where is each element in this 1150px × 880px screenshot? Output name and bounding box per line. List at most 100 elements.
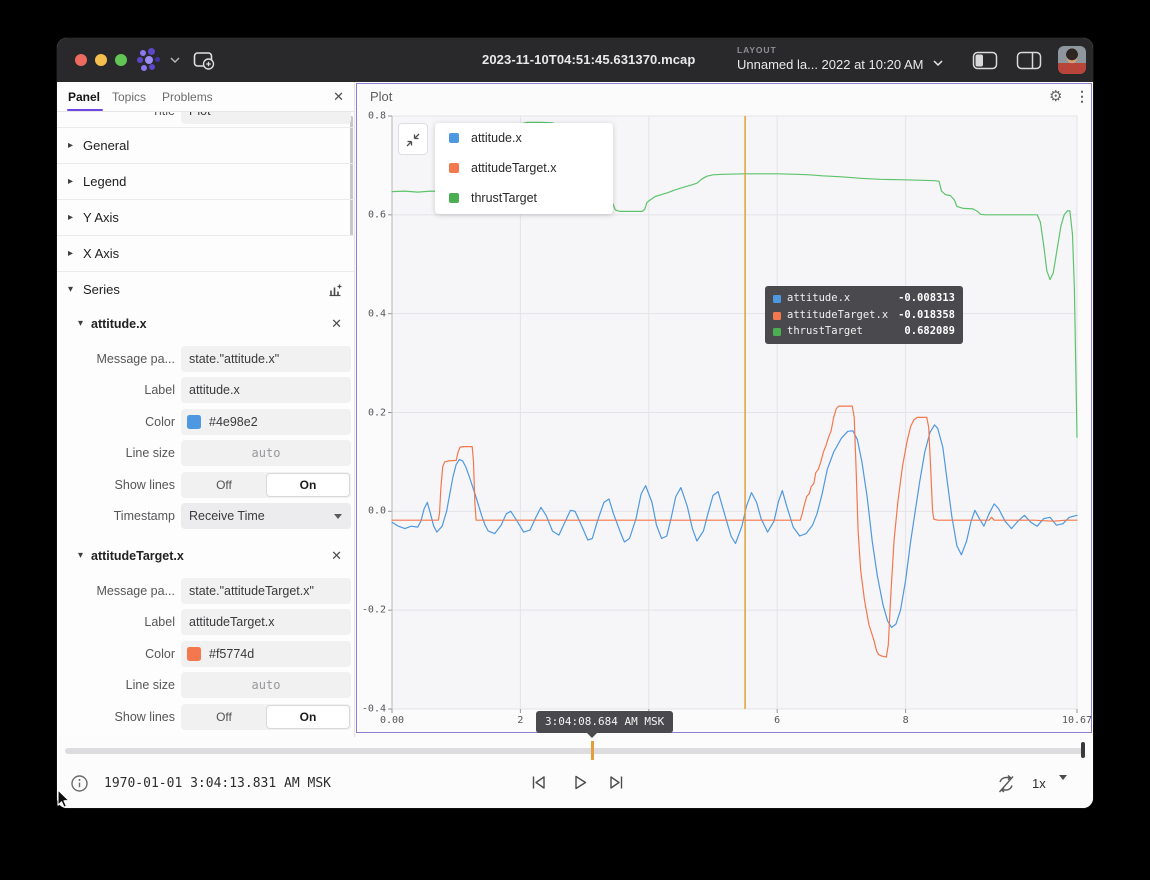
series-color-swatch (773, 295, 781, 303)
series-color-swatch (449, 133, 459, 143)
tab-problems[interactable]: Problems (162, 82, 213, 112)
remove-series-icon[interactable]: ✕ (331, 310, 342, 338)
line-size-label: Line size (57, 672, 175, 698)
minimize-window-button[interactable] (95, 54, 107, 66)
foxglove-logo-icon[interactable] (137, 48, 163, 72)
series-color-swatch (449, 163, 459, 173)
label-input[interactable]: attitude.x (181, 377, 351, 403)
layout-chevron-icon (933, 60, 943, 67)
message-path-input[interactable]: state."attitude.x" (181, 346, 351, 372)
chart-hover-tooltip: attitude.x -0.008313 attitudeTarget.x -0… (765, 286, 963, 344)
y-axis-tick-label: 0.2 (368, 407, 386, 418)
seek-forward-button[interactable] (606, 772, 627, 793)
playback-scrubber[interactable] (57, 737, 1093, 763)
color-input[interactable]: #4e98e2 (181, 409, 351, 435)
label-label: Label (57, 609, 175, 635)
show-lines-label: Show lines (57, 472, 175, 498)
y-axis-tick-label: 0.8 (368, 111, 386, 122)
y-axis-tick-label: 0.4 (368, 308, 386, 319)
user-avatar[interactable] (1058, 46, 1086, 74)
x-axis-tick-label: 8 (903, 715, 909, 726)
chevron-down-icon (334, 514, 342, 519)
line-size-input[interactable]: auto (181, 440, 351, 466)
x-axis-tick-label: 2 (517, 715, 523, 726)
legend-item-attitude-target-x[interactable]: attitudeTarget.x (435, 153, 613, 183)
info-icon[interactable] (70, 774, 89, 793)
message-path-input[interactable]: state."attitudeTarget.x" (181, 578, 351, 604)
panel-settings-gear-icon[interactable]: ⚙ (1049, 87, 1062, 105)
caret-down-icon: ▾ (68, 272, 73, 308)
layout-switcher[interactable]: LAYOUT Unnamed la... 2022 at 10:20 AM (737, 42, 943, 78)
app-menu-chevron-icon[interactable] (170, 57, 180, 64)
left-sidebar-toggle-icon[interactable] (972, 51, 998, 70)
color-input[interactable]: #f5774d (181, 641, 351, 667)
playback-controls-bar: 1970-01-01 3:04:13.831 AM MSK 1x (57, 763, 1093, 808)
loop-playback-off-icon[interactable] (995, 773, 1017, 795)
title-field-input[interactable]: Plot (181, 112, 351, 124)
panel-settings-list: Title Plot ▸ General ▸ Legend ▸ Y Axis ▸… (57, 112, 354, 737)
color-swatch[interactable] (187, 415, 201, 429)
message-path-label: Message pa... (57, 578, 175, 604)
speed-chevron-down-icon[interactable] (1059, 775, 1067, 780)
series-header-attitude-target-x[interactable]: ▾ attitudeTarget.x ✕ (57, 542, 354, 570)
x-axis-tick-label: 10.67 (1062, 715, 1092, 726)
color-swatch[interactable] (187, 647, 201, 661)
play-button[interactable] (569, 772, 590, 793)
color-label: Color (57, 409, 175, 435)
right-sidebar-toggle-icon[interactable] (1016, 51, 1042, 70)
section-general[interactable]: ▸ General (57, 127, 354, 163)
add-panel-icon[interactable] (193, 50, 216, 71)
show-lines-toggle: Off On (181, 472, 351, 498)
section-x-axis[interactable]: ▸ X Axis (57, 235, 354, 271)
section-y-axis[interactable]: ▸ Y Axis (57, 199, 354, 235)
plot-legend: attitude.x attitudeTarget.x thrustTarget (435, 123, 613, 214)
tab-panel[interactable]: Panel (68, 82, 100, 112)
caret-right-icon: ▸ (68, 236, 73, 272)
maximize-window-button[interactable] (115, 54, 127, 66)
section-legend[interactable]: ▸ Legend (57, 163, 354, 199)
data-source-title: 2023-11-10T04:51:45.631370.mcap (482, 52, 695, 67)
y-axis-tick-label: -0.2 (362, 605, 386, 616)
show-lines-on-option[interactable]: On (267, 706, 349, 728)
show-lines-off-option[interactable]: Off (181, 472, 267, 498)
y-axis-tick-label: -0.4 (362, 704, 386, 715)
legend-item-thrust-target[interactable]: thrustTarget (435, 183, 613, 213)
layout-name: Unnamed la... 2022 at 10:20 AM (737, 57, 923, 72)
caret-down-icon: ▾ (78, 542, 83, 570)
label-input[interactable]: attitudeTarget.x (181, 609, 351, 635)
remove-series-icon[interactable]: ✕ (331, 542, 342, 570)
scrubber-hover-tooltip: 3:04:08.684 AM MSK (536, 711, 673, 733)
add-series-icon[interactable] (327, 282, 343, 298)
title-bar: 2023-11-10T04:51:45.631370.mcap LAYOUT Un… (57, 38, 1093, 82)
app-window: 2023-11-10T04:51:45.631370.mcap LAYOUT Un… (57, 38, 1093, 808)
show-lines-off-option[interactable]: Off (181, 704, 267, 730)
series-color-swatch (449, 193, 459, 203)
caret-right-icon: ▸ (68, 164, 73, 200)
y-axis-tick-label: 0.0 (368, 506, 386, 517)
settings-sidebar: Panel Topics Problems ✕ Title Plot ▸ Gen… (57, 82, 355, 737)
legend-collapse-button[interactable] (398, 123, 428, 155)
caret-right-icon: ▸ (68, 200, 73, 236)
label-label: Label (57, 377, 175, 403)
scrubber-hover-marker (591, 741, 594, 760)
show-lines-toggle: Off On (181, 704, 351, 730)
layout-label: LAYOUT (737, 45, 943, 55)
show-lines-on-option[interactable]: On (267, 474, 349, 496)
tab-topics[interactable]: Topics (112, 82, 146, 112)
message-path-label: Message pa... (57, 346, 175, 372)
show-lines-label: Show lines (57, 704, 175, 730)
timestamp-select[interactable]: Receive Time (181, 503, 351, 529)
x-axis-tick-label: 6 (774, 715, 780, 726)
scrubber-track[interactable] (65, 748, 1085, 754)
section-series[interactable]: ▾ Series (57, 271, 354, 307)
series-header-attitude-x[interactable]: ▾ attitude.x ✕ (57, 310, 354, 338)
close-window-button[interactable] (75, 54, 87, 66)
scrubber-playhead-handle[interactable] (1081, 742, 1085, 758)
seek-backward-button[interactable] (528, 772, 549, 793)
legend-item-attitude-x[interactable]: attitude.x (435, 123, 613, 153)
close-sidebar-icon[interactable]: ✕ (333, 89, 344, 105)
line-size-input[interactable]: auto (181, 672, 351, 698)
panel-menu-kebab-icon[interactable]: ⋮ (1075, 88, 1089, 105)
playback-speed-value[interactable]: 1x (1032, 776, 1046, 791)
x-axis-tick-label: 0.00 (380, 715, 404, 726)
